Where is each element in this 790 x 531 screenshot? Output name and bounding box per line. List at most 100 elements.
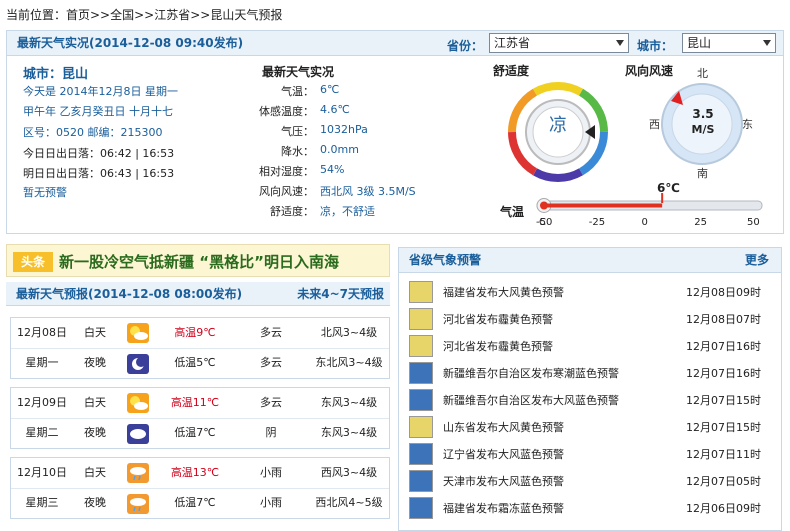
- forecast-low: 低温5℃: [174, 356, 216, 369]
- headline-tag: 头条: [13, 252, 53, 272]
- province-label: 省份：: [447, 39, 484, 53]
- warning-signal-icon: [409, 389, 433, 411]
- temp-scale-tick: -25: [588, 217, 606, 228]
- forecast-high: 高温9℃: [174, 326, 216, 339]
- forecast-night-weather: 小雨: [260, 496, 282, 509]
- headline-banner[interactable]: 头条 新一股冷空气抵新疆 “黑格比”明日入南海: [6, 244, 390, 277]
- temp-scale-tick: 0: [641, 217, 648, 228]
- live-row-value: 0.0mm: [320, 143, 359, 156]
- alert-text[interactable]: 福建省发布霜冻蓝色预警: [443, 500, 564, 516]
- live-row: 降水： 0.0mm: [247, 143, 487, 161]
- headline-text[interactable]: 新一股冷空气抵新疆 “黑格比”明日入南海: [59, 251, 339, 272]
- lunar-date: 甲午年 乙亥月癸丑日 十月十七: [23, 105, 173, 118]
- forecast-date: 12月08日: [17, 326, 67, 339]
- light-rain-icon: [127, 463, 149, 483]
- dir-north: 北: [697, 67, 708, 80]
- forecast-night-wind: 东北风3~4级: [315, 356, 383, 369]
- warning-signal-icon: [409, 308, 433, 330]
- alert-item[interactable]: 新疆维吾尔自治区发布大风蓝色预警 12月07日15时: [409, 387, 775, 411]
- temp-scale-tick: 50: [747, 217, 760, 228]
- alerts-title: 省级气象预警: [409, 253, 482, 267]
- no-warning-link[interactable]: 暂无预警: [23, 184, 67, 200]
- dir-east: 东: [742, 118, 753, 131]
- alert-item[interactable]: 河北省发布霾黄色预警 12月07日16时: [409, 333, 775, 357]
- forecast-night-wind: 东风3~4级: [320, 426, 378, 439]
- chevron-down-icon: [616, 40, 624, 46]
- forecast-weekday: 星期二: [25, 426, 59, 439]
- live-row: 体感温度： 4.6℃: [247, 103, 487, 121]
- alert-time: 12月08日07时: [686, 313, 761, 326]
- alert-text[interactable]: 福建省发布大风黄色预警: [443, 284, 564, 300]
- alert-time: 12月07日11时: [686, 448, 761, 461]
- forecast-weekday: 星期三: [25, 496, 59, 509]
- alert-item[interactable]: 辽宁省发布大风蓝色预警 12月07日11时: [409, 441, 775, 465]
- warning-signal-icon: [409, 416, 433, 438]
- live-row-value: 1032hPa: [320, 123, 368, 136]
- forecast-more-link[interactable]: 未来4~7天预报: [297, 282, 384, 306]
- alert-item[interactable]: 河北省发布霾黄色预警 12月08日07时: [409, 306, 775, 330]
- warning-signal-icon: [409, 335, 433, 357]
- alert-text[interactable]: 山东省发布大风黄色预警: [443, 419, 564, 435]
- forecast-day-weather: 多云: [260, 326, 282, 339]
- alert-time: 12月07日15时: [686, 421, 761, 434]
- forecast-night-label: 夜晚: [84, 426, 106, 439]
- forecast-day-label: 白天: [84, 466, 106, 479]
- forecast-date: 12月09日: [17, 396, 67, 409]
- alert-text[interactable]: 天津市发布大风蓝色预警: [443, 473, 564, 489]
- alert-text[interactable]: 辽宁省发布大风蓝色预警: [443, 446, 564, 462]
- alert-item[interactable]: 天津市发布大风蓝色预警 12月07日05时: [409, 468, 775, 492]
- area-codes: 区号：0520 邮编：215300: [23, 126, 163, 139]
- forecast-column: 头条 新一股冷空气抵新疆 “黑格比”明日入南海 最新天气预报(2014-12-0…: [6, 244, 390, 531]
- warning-signal-icon: [409, 362, 433, 384]
- live-row-key: 风向风速：: [259, 185, 314, 198]
- alert-item[interactable]: 山东省发布大风黄色预警 12月07日15时: [409, 414, 775, 438]
- live-row-value: 4.6℃: [320, 103, 350, 116]
- live-row-value: 54%: [320, 163, 345, 176]
- alerts-more-link[interactable]: 更多: [745, 248, 769, 272]
- alert-item[interactable]: 新疆维吾尔自治区发布寒潮蓝色预警 12月07日16时: [409, 360, 775, 384]
- comfort-value: 凉: [549, 115, 567, 136]
- forecast-day: 12月09日 白天 高温11℃ 多云 东风3~4级 星期二 夜晚 低温7℃ 阴东风3~4级: [10, 387, 390, 449]
- forecast-day-wind: 东风3~4级: [320, 396, 378, 409]
- forecast-weekday: 星期一: [25, 356, 59, 369]
- partly-cloudy-moon-icon: [127, 354, 149, 374]
- alert-text[interactable]: 新疆维吾尔自治区发布寒潮蓝色预警: [443, 365, 619, 381]
- light-rain-icon: [127, 494, 149, 514]
- forecast-day-wind: 西风3~4级: [320, 466, 378, 479]
- forecast-low: 低温7℃: [174, 426, 216, 439]
- live-header-title: 最新天气实况(2014-12-08 09:40发布): [17, 36, 244, 50]
- wind-unit: M/S: [691, 123, 715, 136]
- cloudy-icon: [127, 424, 149, 444]
- province-select[interactable]: 江苏省: [489, 33, 629, 53]
- alerts-header: 省级气象预警 更多: [399, 248, 781, 273]
- forecast-night-label: 夜晚: [84, 496, 106, 509]
- alert-item[interactable]: 福建省发布大风黄色预警 12月08日09时: [409, 279, 775, 303]
- forecast-day-weather: 多云: [260, 396, 282, 409]
- forecast-night-wind: 西北风4~5级: [315, 496, 383, 509]
- alert-text[interactable]: 河北省发布霾黄色预警: [443, 338, 553, 354]
- alerts-panel: 省级气象预警 更多 福建省发布大风黄色预警 12月08日09时 河北省发布霾黄色预警…: [398, 247, 782, 531]
- temp-label: 气温: [500, 205, 525, 219]
- temp-scale-tick: -50: [536, 217, 553, 228]
- alert-item[interactable]: 福建省发布霜冻蓝色预警 12月06日09时: [409, 495, 775, 519]
- live-row: 风向风速： 西北风 3级 3.5M/S: [247, 183, 487, 201]
- chevron-down-icon: [763, 40, 771, 46]
- live-header: 最新天气实况(2014-12-08 09:40发布) 省份： 江苏省 城市： 昆…: [7, 31, 783, 56]
- thermometer-fill: [544, 203, 663, 208]
- warning-signal-icon: [409, 281, 433, 303]
- alert-text[interactable]: 河北省发布霾黄色预警: [443, 311, 553, 327]
- forecast-high: 高温13℃: [170, 466, 220, 479]
- live-row-key: 气压：: [281, 125, 314, 138]
- sun-today: 今日日出日落：06:42 | 16:53: [23, 147, 175, 160]
- province-select-value: 江苏省: [494, 36, 531, 50]
- wind-speed: 3.5: [692, 107, 714, 121]
- warning-signal-icon: [409, 443, 433, 465]
- forecast-title: 最新天气预报(2014-12-08 08:00发布): [16, 287, 243, 301]
- alert-text[interactable]: 新疆维吾尔自治区发布大风蓝色预警: [443, 392, 619, 408]
- live-row-key: 体感温度：: [259, 105, 314, 118]
- dir-south: 南: [697, 167, 708, 180]
- forecast-day-label: 白天: [84, 326, 106, 339]
- live-row-value: 西北风 3级 3.5M/S: [320, 185, 416, 198]
- breadcrumb: 当前位置：首页>>全国>>江苏省>>昆山天气预报: [6, 8, 283, 22]
- city-select[interactable]: 昆山: [682, 33, 776, 53]
